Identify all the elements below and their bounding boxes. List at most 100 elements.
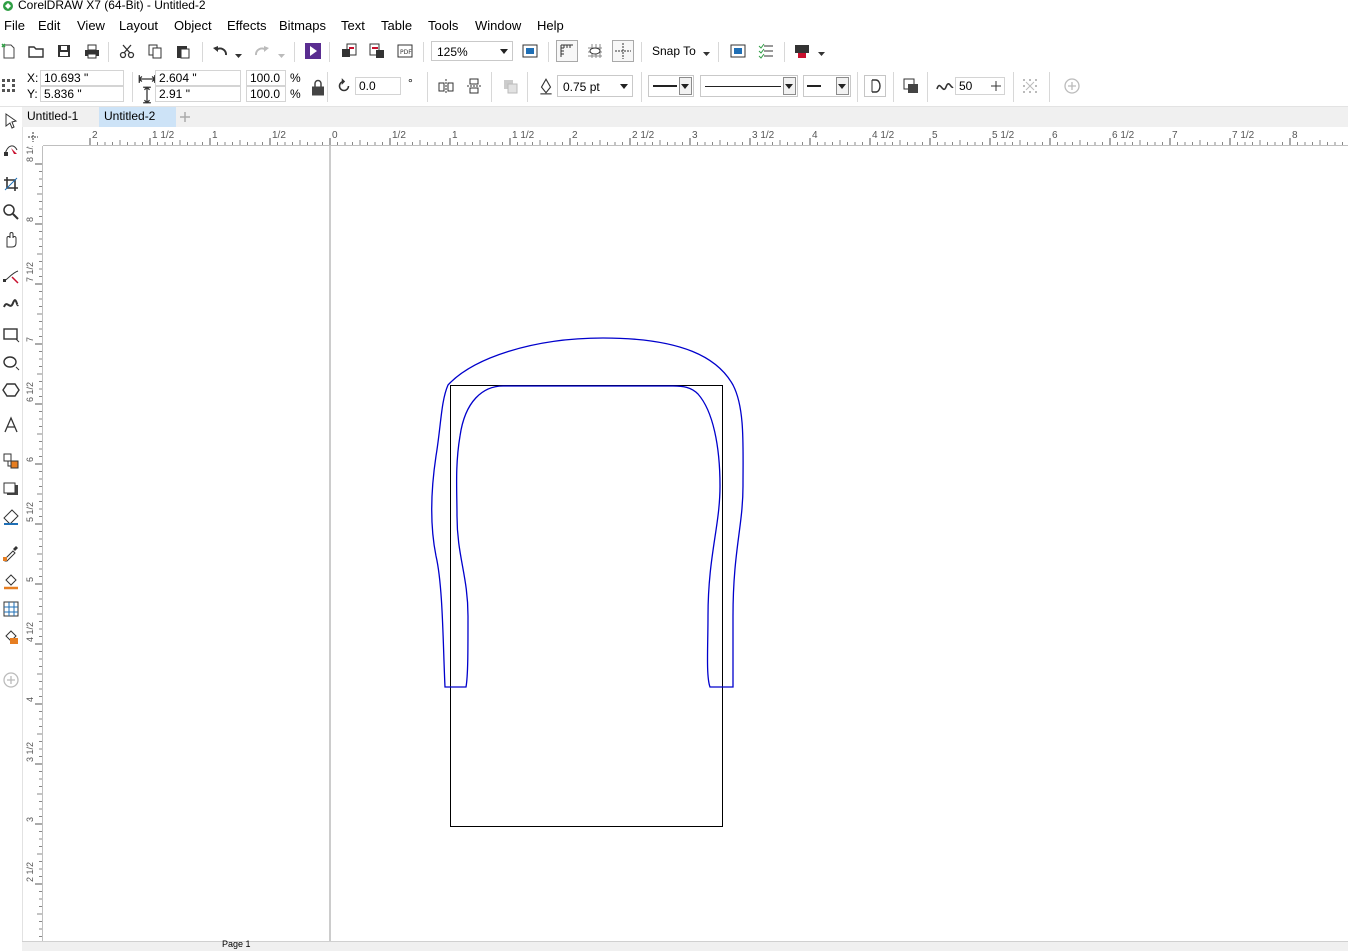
x-position-field[interactable]: 10.693 " (40, 70, 124, 86)
object-origin-icon[interactable] (0, 77, 18, 95)
new-tab-icon[interactable] (178, 110, 192, 124)
export-icon[interactable] (368, 42, 386, 60)
crop-tool-icon[interactable] (2, 175, 20, 193)
menu-effects[interactable]: Effects (227, 18, 267, 33)
menu-help[interactable]: Help (537, 18, 564, 33)
transparency-icon[interactable] (2, 508, 20, 526)
parallel-dimension-icon[interactable] (2, 452, 20, 470)
ruler-label: 0 (332, 130, 338, 141)
publish-pdf-icon[interactable]: PDF (396, 42, 414, 60)
show-grid-icon[interactable] (586, 42, 604, 60)
ellipse-tool-icon[interactable] (2, 353, 20, 371)
undo-icon[interactable] (211, 42, 229, 60)
search-content-icon[interactable] (304, 42, 322, 60)
polygon-tool-icon[interactable] (2, 381, 20, 399)
vertical-ruler[interactable]: 8 1/2 8 7 1/2 7 6 1/2 6 5 1/2 5 4 1/2 4 3 1/2 3 2 1/… (24, 142, 43, 941)
freehand-tool-icon[interactable] (2, 267, 20, 285)
property-bar: X: 10.693 " Y: 5.836 " 2.604 " 2.91 " 10… (0, 68, 1348, 107)
percent-sign-y: % (290, 87, 301, 101)
toolbar-separator (327, 72, 328, 102)
to-back-icon[interactable] (902, 77, 920, 95)
menu-view[interactable]: View (77, 18, 105, 33)
scale-y-field[interactable]: 100.0 (246, 86, 286, 102)
menu-table[interactable]: Table (381, 18, 412, 33)
full-screen-preview-icon[interactable] (521, 42, 539, 60)
drop-shadow-icon[interactable] (2, 480, 20, 498)
lock-ratio-icon[interactable] (309, 79, 324, 96)
text-tool-icon[interactable] (2, 416, 20, 434)
tab-untitled-1[interactable]: Untitled-1 (22, 107, 98, 127)
outline-width-select[interactable]: 0.75 pt (557, 75, 633, 97)
line-style-select[interactable] (700, 75, 798, 97)
drawing-canvas[interactable] (43, 146, 1348, 941)
new-document-icon[interactable] (0, 42, 18, 60)
y-position-field[interactable]: 5.836 " (40, 86, 124, 102)
mesh-fill-icon[interactable] (2, 600, 20, 618)
save-icon[interactable] (55, 42, 73, 60)
snap-to-dropdown-icon[interactable] (703, 48, 710, 58)
options-icon[interactable] (729, 42, 747, 60)
smart-fill-icon[interactable] (2, 628, 20, 646)
redo-icon[interactable] (253, 42, 271, 60)
ruler-origin[interactable] (24, 128, 42, 145)
mirror-vertical-icon[interactable] (465, 77, 483, 95)
extract-subpath-icon[interactable] (1021, 77, 1039, 95)
toolbar-separator (132, 72, 133, 102)
mirror-horizontal-icon[interactable] (437, 77, 455, 95)
zoom-tool-icon[interactable] (2, 203, 20, 221)
ruler-label: 8 (25, 217, 35, 222)
add-property-icon[interactable] (1063, 77, 1081, 95)
start-arrowhead-select[interactable] (648, 75, 694, 97)
end-arrowhead-select[interactable] (803, 75, 851, 97)
interactive-fill-icon[interactable] (2, 572, 20, 590)
smoothing-field[interactable]: 50 (955, 77, 1005, 95)
toolbar-separator (1013, 72, 1014, 102)
pick-tool-icon[interactable] (2, 112, 20, 130)
width-field[interactable]: 2.604 " (155, 70, 241, 86)
snap-to-label[interactable]: Snap To (652, 44, 696, 58)
menu-window[interactable]: Window (475, 18, 521, 33)
import-icon[interactable] (340, 42, 358, 60)
menu-bar: File Edit View Layout Object Effects Bit… (0, 16, 1348, 36)
height-field[interactable]: 2.91 " (155, 86, 241, 102)
page-tab[interactable]: Page 1 (222, 939, 251, 949)
artistic-media-icon[interactable] (2, 295, 20, 313)
ruler-label: 6 (25, 457, 35, 462)
menu-bitmaps[interactable]: Bitmaps (279, 18, 326, 33)
tab-untitled-2[interactable]: Untitled-2 (99, 107, 176, 127)
menu-object[interactable]: Object (174, 18, 212, 33)
menu-edit[interactable]: Edit (38, 18, 60, 33)
shape-tool-icon[interactable] (2, 140, 20, 158)
menu-layout[interactable]: Layout (119, 18, 158, 33)
paste-icon[interactable] (174, 42, 192, 60)
launcher-dropdown-icon[interactable] (818, 48, 825, 58)
show-guidelines-toggle[interactable] (612, 40, 634, 62)
open-icon[interactable] (27, 42, 45, 60)
pan-tool-icon[interactable] (2, 231, 20, 249)
smoothing-slider-icon[interactable] (991, 81, 1001, 91)
wrap-text-icon[interactable] (501, 77, 519, 95)
print-icon[interactable] (83, 42, 101, 60)
show-rulers-toggle[interactable] (556, 40, 578, 62)
redo-dropdown-icon[interactable] (278, 50, 285, 60)
zoom-level-select[interactable]: 125% (431, 41, 513, 61)
add-tool-icon[interactable] (2, 671, 20, 689)
close-curve-button[interactable] (864, 75, 886, 97)
application-launcher-list-icon[interactable] (757, 42, 775, 60)
rectangle-tool-icon[interactable] (2, 325, 20, 343)
menu-file[interactable]: File (4, 18, 25, 33)
menu-tools[interactable]: Tools (428, 18, 458, 33)
application-launcher-icon[interactable] (793, 42, 811, 60)
curve-shape[interactable] (431, 337, 744, 688)
rectangle-shape[interactable] (450, 385, 723, 827)
standard-toolbar: PDF 125% Snap To (0, 38, 1348, 66)
scale-x-field[interactable]: 100.0 (246, 70, 286, 86)
ruler-label: 2 1/2 (25, 862, 35, 882)
menu-text[interactable]: Text (341, 18, 365, 33)
horizontal-ruler[interactable]: 2 1 1/2 1 1/2 0 1/2 1 1 1/2 2 2 1/2 3 3 1/2 4 4 1/2 5 5… (43, 128, 1348, 146)
undo-dropdown-icon[interactable] (235, 50, 242, 60)
cut-icon[interactable] (118, 42, 136, 60)
rotation-field[interactable]: 0.0 (355, 77, 401, 95)
eyedropper-icon[interactable] (2, 544, 20, 562)
copy-icon[interactable] (146, 42, 164, 60)
